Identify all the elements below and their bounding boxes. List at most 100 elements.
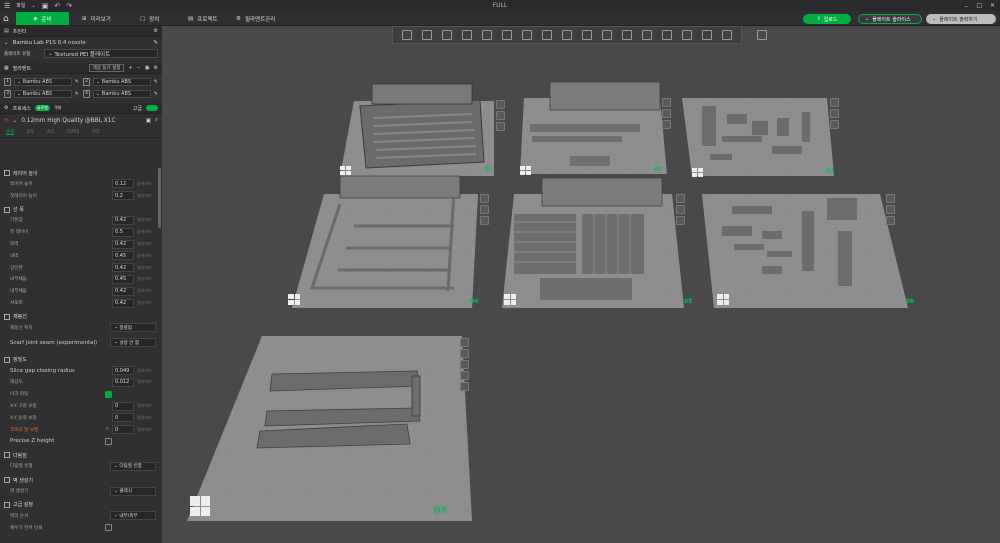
reset-icon[interactable]: ⟲ [105, 427, 109, 432]
close-icon[interactable] [662, 98, 671, 107]
line-width-input[interactable]: 0.42 [112, 286, 134, 296]
save-icon[interactable]: ▣ [146, 118, 151, 124]
line-width-input[interactable]: 0.42 [112, 215, 134, 225]
print-all-button[interactable]: ⌄ 플레이트 출력하기 [926, 14, 996, 24]
plate-2[interactable] [520, 81, 667, 174]
settings-icon[interactable] [460, 349, 469, 358]
advanced-toggle[interactable] [146, 105, 158, 111]
global-badge[interactable]: 글로벌 [34, 105, 50, 111]
arc-fitting-checkbox[interactable] [105, 390, 112, 398]
tab-support[interactable]: 지지대 [67, 129, 79, 135]
filament-slot[interactable]: 3 ⌄ Bambu ABS ✎ [4, 89, 79, 98]
close-icon[interactable] [886, 194, 895, 203]
home-button[interactable]: ⌂ [3, 12, 9, 25]
slice-gap-input[interactable]: 0.049 [112, 366, 134, 376]
plate-6[interactable] [702, 194, 908, 308]
tab-project[interactable]: ▤ 프로젝트 [188, 12, 217, 25]
search-icon[interactable]: ⌕ [155, 117, 158, 124]
plate-3[interactable] [682, 98, 834, 176]
chevron-down-icon: ⌄ [12, 117, 18, 124]
lock-icon[interactable] [480, 216, 489, 225]
scrollbar[interactable] [158, 168, 161, 228]
precise-z-checkbox[interactable] [105, 437, 112, 445]
edit-icon[interactable]: ✎ [153, 40, 158, 46]
line-width-list: 기본값 0.42 밀리미터 첫 레이어 0.5 밀리미터 외벽 0.42 밀리미터 내벽 0.45 밀… [0, 215, 162, 309]
lock-icon[interactable] [830, 120, 839, 129]
settings-icon[interactable] [886, 205, 895, 214]
tab-device[interactable]: ▢ 장치 [140, 12, 159, 25]
wall-order-select[interactable]: ⌄ 내부/외부 [110, 511, 156, 521]
add-icon[interactable]: + [128, 65, 132, 71]
tab-quality[interactable]: 품질 [6, 129, 15, 135]
line-width-input[interactable]: 0.5 [112, 227, 134, 237]
lock-icon[interactable] [460, 371, 469, 380]
line-width-input[interactable]: 0.45 [112, 274, 134, 284]
ironing-type-select[interactable]: ⌄ 다림질 안함 [110, 461, 156, 471]
close-icon[interactable]: ✕ [990, 2, 995, 9]
close-icon[interactable] [830, 98, 839, 107]
xy-hole-input[interactable]: 0 [112, 401, 134, 411]
settings-icon[interactable] [662, 109, 671, 118]
printer-select[interactable]: ⌄ Bambu Lab P1S 0.4 nozzle ✎ [0, 37, 162, 48]
edit-icon[interactable]: ✎ [75, 91, 79, 97]
arrange-icon[interactable] [460, 360, 469, 369]
close-icon[interactable] [480, 194, 489, 203]
settings-icon[interactable]: ⚙ [154, 28, 158, 34]
lock-icon[interactable] [662, 120, 671, 129]
tab-filament-manager[interactable]: ⚙ 필라멘트관리 [236, 12, 275, 25]
slice-all-button[interactable]: ⌄ 플레이트 슬라이스 [858, 14, 922, 24]
line-width-input[interactable]: 0.42 [112, 239, 134, 249]
ams-icon[interactable]: ▣ [145, 65, 150, 71]
tab-preview[interactable]: ⊞ 미리보기 [82, 12, 111, 25]
settings-icon[interactable]: ⚙ [154, 65, 158, 71]
plate-7[interactable] [187, 336, 472, 521]
filament-slot[interactable]: 1 ⌄ Bambu ABS ✎ [4, 77, 79, 86]
process-profile-select[interactable]: ⟲ ⌄ 0.12mm High Quality @BBL X1C ▣ ⌕ [0, 114, 162, 127]
wall-generator-select[interactable]: ⌄ 클래식 [110, 486, 156, 496]
plate-5[interactable] [502, 177, 684, 308]
resolution-input[interactable]: 0.012 [112, 377, 134, 387]
scarf-seam-select[interactable]: ⌄ 설정 안 함 [110, 338, 156, 348]
filament-slot[interactable]: 4 ⌄ Bambu ABS ✎ [83, 89, 158, 98]
settings-icon[interactable] [676, 205, 685, 214]
param-row: 코끼리 발 보정 ⟲ 0 밀리미터 [10, 425, 152, 435]
tab-prepare[interactable]: ◈ 준비 [16, 12, 69, 25]
remove-icon[interactable]: − [137, 65, 141, 71]
tab-speed[interactable]: 속도 [47, 129, 55, 135]
plate-1[interactable] [340, 83, 494, 176]
edit-icon[interactable]: ✎ [154, 91, 158, 97]
filament-sync-button[interactable]: 색상 동기 설정 [88, 64, 125, 72]
lock-icon[interactable] [886, 216, 895, 225]
filament-slot[interactable]: 2 ⌄ Bambu ABS ✎ [83, 77, 158, 86]
settings-icon[interactable] [480, 205, 489, 214]
layer-height-input[interactable]: 0.12 [112, 179, 134, 189]
edit-icon[interactable]: ✎ [75, 79, 79, 85]
close-icon[interactable] [460, 338, 469, 347]
line-width-input[interactable]: 0.45 [112, 251, 134, 261]
seam-position-select[interactable]: ⌄ 정렬됨 [110, 323, 156, 333]
first-layer-height-input[interactable]: 0.2 [112, 191, 134, 201]
settings-icon[interactable] [830, 109, 839, 118]
maximize-icon[interactable]: □ [976, 2, 982, 9]
xy-contour-input[interactable]: 0 [112, 413, 134, 423]
infill-first-checkbox[interactable] [105, 524, 112, 532]
tab-others[interactable]: 기타 [91, 129, 99, 135]
edit-icon[interactable] [460, 382, 469, 391]
close-icon[interactable] [676, 194, 685, 203]
plate-4[interactable] [292, 175, 478, 308]
elephant-foot-input[interactable]: 0 [112, 425, 134, 435]
plate-type-select[interactable]: ⌄ Textured PEI 플레이트 [44, 49, 158, 58]
plate-logo [692, 168, 703, 177]
line-width-input[interactable]: 0.42 [112, 298, 134, 308]
object-badge[interactable]: 객체 [54, 105, 61, 111]
lock-icon[interactable] [496, 122, 505, 131]
lock-icon[interactable] [676, 216, 685, 225]
line-width-input[interactable]: 0.42 [112, 263, 134, 273]
minimize-icon[interactable]: – [965, 2, 969, 10]
settings-icon[interactable] [496, 111, 505, 120]
tab-strength[interactable]: 강도 [26, 129, 34, 135]
3d-viewport[interactable]: 01 02 03 04 05 06 07 [162, 26, 1000, 543]
edit-icon[interactable]: ✎ [154, 79, 158, 85]
upload-button[interactable]: ⇪ 업로드 [803, 14, 851, 24]
close-icon[interactable] [496, 100, 505, 109]
